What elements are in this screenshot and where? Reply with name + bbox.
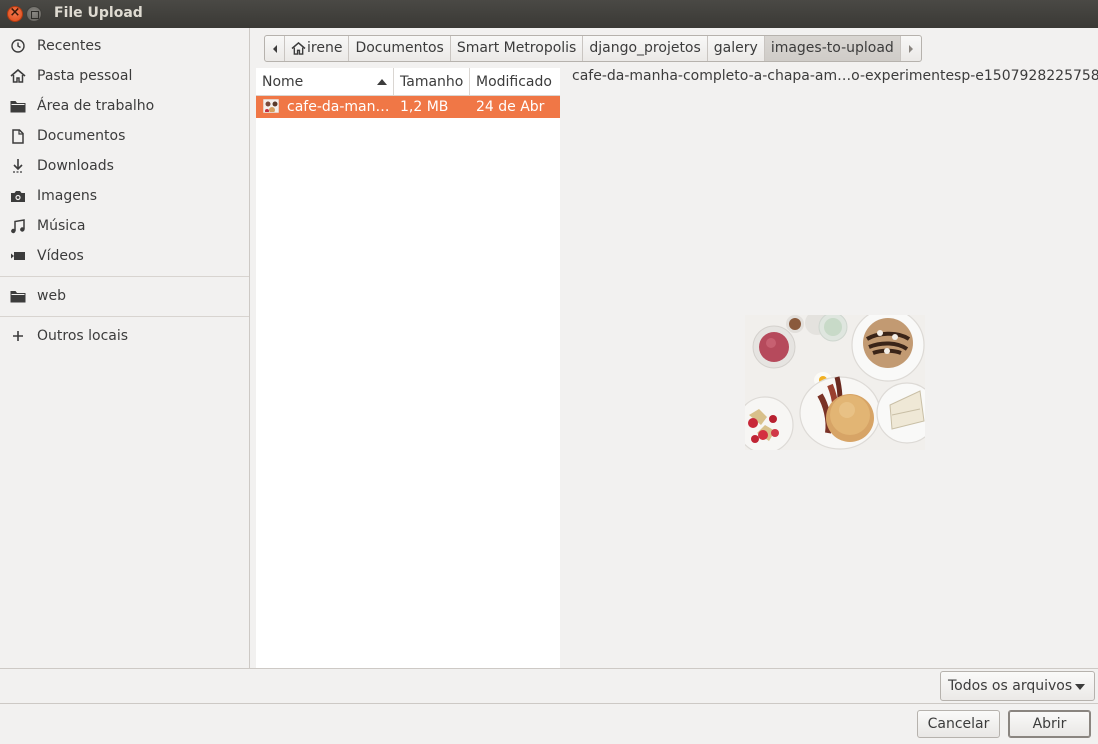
video-icon bbox=[10, 248, 26, 264]
column-header-name[interactable]: Nome bbox=[256, 68, 393, 96]
clock-icon bbox=[10, 38, 26, 54]
home-icon bbox=[10, 68, 26, 84]
plus-icon bbox=[10, 328, 26, 344]
file-size: 1,2 MB bbox=[400, 99, 449, 115]
file-modified: 24 de Abr bbox=[476, 99, 545, 115]
chevron-right-icon bbox=[908, 44, 913, 53]
sidebar-item-area-de-trabalho[interactable]: Área de trabalho bbox=[0, 91, 249, 121]
path-segment-home[interactable]: irene bbox=[285, 36, 350, 61]
file-list: Nome Tamanho Modificado cafe-da-man… 1,2… bbox=[256, 68, 560, 668]
path-segment-django-projetos[interactable]: django_projetos bbox=[583, 36, 708, 61]
path-scroll-right-button[interactable] bbox=[901, 36, 921, 61]
sidebar-item-videos[interactable]: Vídeos bbox=[0, 241, 249, 271]
music-icon bbox=[10, 218, 26, 234]
sidebar-item-label: Vídeos bbox=[37, 248, 84, 264]
path-bar: irene Documentos Smart Metropolis django… bbox=[264, 35, 922, 62]
document-icon bbox=[10, 128, 26, 144]
column-header-size[interactable]: Tamanho bbox=[393, 68, 469, 96]
camera-icon bbox=[10, 188, 26, 204]
sidebar-item-recentes[interactable]: Recentes bbox=[0, 31, 249, 61]
path-segment-galery[interactable]: galery bbox=[708, 36, 765, 61]
sidebar-item-label: Downloads bbox=[37, 158, 114, 174]
chevron-down-icon bbox=[1075, 684, 1085, 690]
file-list-header: Nome Tamanho Modificado bbox=[256, 68, 560, 96]
sidebar-item-label: Imagens bbox=[37, 188, 98, 204]
folder-icon bbox=[10, 288, 26, 304]
download-icon bbox=[10, 158, 26, 174]
sidebar-item-pasta-pessoal[interactable]: Pasta pessoal bbox=[0, 61, 249, 91]
path-segment-label: irene bbox=[307, 40, 343, 56]
sidebar-item-downloads[interactable]: Downloads bbox=[0, 151, 249, 181]
filter-selected-label: Todos os arquivos bbox=[948, 678, 1073, 694]
file-name: cafe-da-man… bbox=[287, 99, 390, 115]
open-button[interactable]: Abrir bbox=[1008, 710, 1091, 738]
sidebar-item-documentos[interactable]: Documentos bbox=[0, 121, 249, 151]
sidebar-item-label: Pasta pessoal bbox=[37, 68, 133, 84]
path-segment-documentos[interactable]: Documentos bbox=[349, 36, 451, 61]
path-scroll-left-button[interactable] bbox=[265, 36, 285, 61]
sidebar-item-label: Música bbox=[37, 218, 86, 234]
close-window-button[interactable] bbox=[7, 5, 23, 22]
places-sidebar: Recentes Pasta pessoal Área de trabalho … bbox=[0, 28, 250, 668]
file-row[interactable]: cafe-da-man… 1,2 MB 24 de Abr bbox=[256, 96, 560, 118]
sidebar-item-label: Recentes bbox=[37, 38, 102, 54]
column-header-label: Nome bbox=[262, 74, 304, 90]
sort-ascending-icon bbox=[377, 79, 387, 85]
file-type-filter-select[interactable]: Todos os arquivos bbox=[940, 671, 1095, 701]
sidebar-item-label: Outros locais bbox=[37, 328, 129, 344]
image-file-icon bbox=[263, 99, 279, 113]
sidebar-item-musica[interactable]: Música bbox=[0, 211, 249, 241]
maximize-window-button[interactable] bbox=[26, 6, 42, 22]
path-segment-smart-metropolis[interactable]: Smart Metropolis bbox=[451, 36, 584, 61]
preview-filename: cafe-da-manha-completo-a-chapa-am…o-expe… bbox=[572, 68, 1098, 84]
chevron-left-icon bbox=[272, 44, 277, 53]
sidebar-item-outros-locais[interactable]: Outros locais bbox=[0, 321, 249, 351]
cancel-button[interactable]: Cancelar bbox=[917, 710, 1000, 738]
path-segment-images-to-upload[interactable]: images-to-upload bbox=[764, 36, 901, 61]
preview-image bbox=[745, 315, 925, 450]
sidebar-item-imagens[interactable]: Imagens bbox=[0, 181, 249, 211]
sidebar-item-label: Área de trabalho bbox=[37, 98, 155, 114]
sidebar-item-web[interactable]: web bbox=[0, 281, 249, 311]
sidebar-separator bbox=[0, 276, 249, 277]
sidebar-separator bbox=[0, 316, 249, 317]
sidebar-item-label: web bbox=[37, 288, 66, 304]
column-header-modified[interactable]: Modificado bbox=[469, 68, 560, 96]
window-title: File Upload bbox=[54, 5, 143, 21]
title-bar: File Upload bbox=[0, 0, 1098, 28]
folder-icon bbox=[10, 98, 26, 114]
sidebar-item-label: Documentos bbox=[37, 128, 126, 144]
filter-bar bbox=[0, 668, 1098, 704]
home-icon bbox=[291, 42, 306, 55]
